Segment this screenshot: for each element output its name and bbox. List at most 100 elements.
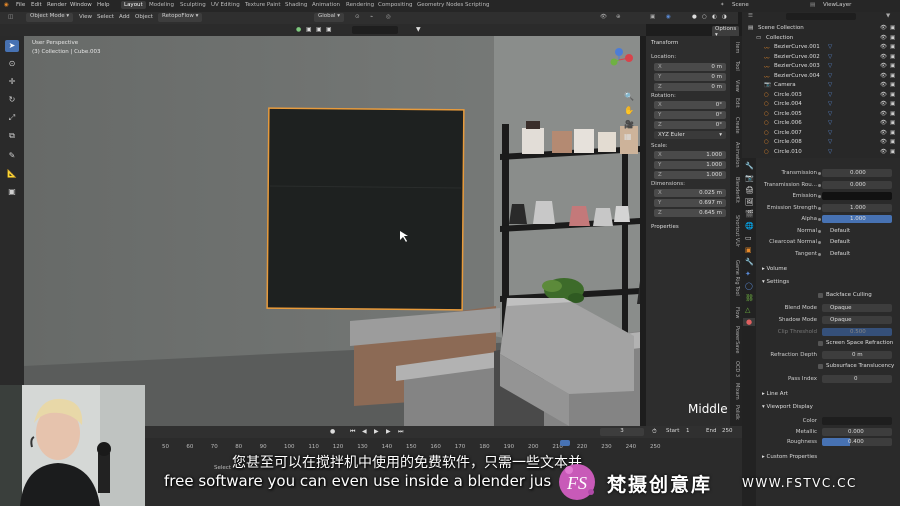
jump-end-icon[interactable]: ⏭ bbox=[398, 428, 403, 436]
menu-view[interactable]: View bbox=[79, 14, 92, 20]
outliner-row[interactable]: ○ Circle.003 ▽ 👁 ▣ bbox=[742, 91, 900, 100]
socket-icon[interactable] bbox=[818, 241, 821, 244]
socket-icon[interactable] bbox=[818, 206, 821, 210]
filter-4-icon[interactable]: ▣ bbox=[326, 26, 332, 33]
location-x-field[interactable]: X 0 m bbox=[654, 63, 726, 71]
rotation-y-field[interactable]: Y 0° bbox=[654, 111, 726, 119]
menu-help[interactable]: Help bbox=[97, 2, 110, 8]
shading-material-icon[interactable]: ◐ bbox=[712, 14, 717, 20]
location-z-field[interactable]: Z 0 m bbox=[654, 83, 726, 91]
funnel-icon[interactable]: ▼ bbox=[416, 26, 421, 33]
constraint-tab-icon[interactable]: ⛓ bbox=[745, 294, 754, 302]
render-visibility-icon[interactable]: ▣ bbox=[890, 149, 895, 155]
snap-icon[interactable]: ⌁ bbox=[370, 14, 373, 20]
filter-2-icon[interactable]: ▣ bbox=[306, 26, 312, 33]
visibility-eye-icon[interactable]: 👁 bbox=[880, 149, 887, 155]
preview-range-icon[interactable]: ⏱ bbox=[652, 428, 657, 436]
modifier-icon[interactable]: ▽ bbox=[828, 73, 832, 79]
render-visibility-icon[interactable]: ▣ bbox=[890, 63, 895, 69]
visibility-eye-icon[interactable]: 👁 bbox=[880, 101, 887, 107]
visibility-eye-icon[interactable]: 👁 bbox=[880, 44, 887, 50]
orientation-select[interactable]: Global ▾ bbox=[314, 13, 345, 22]
n-panel-tab[interactable]: Flow bbox=[734, 307, 740, 318]
camera-view-icon[interactable]: 🎥 bbox=[624, 120, 634, 129]
outliner-row[interactable]: ○ Circle.006 ▽ 👁 ▣ bbox=[742, 119, 900, 128]
zoom-icon[interactable]: 🔍 bbox=[624, 92, 634, 101]
render-visibility-icon[interactable]: ▣ bbox=[890, 111, 895, 117]
transform-tool-icon[interactable]: ⧉ bbox=[5, 130, 19, 142]
3d-viewport[interactable]: User Perspective (3) Collection | Cube.0… bbox=[24, 36, 640, 426]
outliner-row[interactable]: ▭ Collection 👁 ▣ bbox=[742, 34, 900, 43]
start-field[interactable]: 1 bbox=[686, 428, 690, 434]
tab-scripting[interactable]: Scripting bbox=[462, 1, 492, 9]
menu-object[interactable]: Object bbox=[135, 14, 153, 20]
rotate-tool-icon[interactable]: ↻ bbox=[5, 94, 19, 106]
visibility-eye-icon[interactable]: 👁 bbox=[880, 54, 887, 60]
modifier-icon[interactable]: ▽ bbox=[828, 101, 832, 107]
outliner-editor-icon[interactable]: ☰ bbox=[748, 13, 753, 19]
mode-select[interactable]: Object Mode ▾ bbox=[26, 13, 74, 22]
shading-render-icon[interactable]: ◑ bbox=[722, 14, 727, 20]
outliner-row[interactable]: 📷 Camera ▽ 👁 ▣ bbox=[742, 81, 900, 90]
view-layer-name[interactable]: ViewLayer bbox=[823, 2, 851, 8]
modifier-icon[interactable]: ▽ bbox=[828, 82, 832, 88]
particles-tab-icon[interactable]: ✦ bbox=[745, 270, 751, 278]
scene-name[interactable]: Scene bbox=[732, 2, 749, 8]
visibility-eye-icon[interactable]: 👁 bbox=[880, 111, 887, 117]
render-visibility-icon[interactable]: ▣ bbox=[890, 44, 895, 50]
ortho-toggle-icon[interactable]: ▦ bbox=[624, 132, 632, 141]
outliner-search-input[interactable] bbox=[786, 13, 856, 20]
backface-checkbox[interactable] bbox=[818, 293, 823, 298]
select-tool-icon[interactable]: ➤ bbox=[5, 40, 19, 52]
render-visibility-icon[interactable]: ▣ bbox=[890, 54, 895, 60]
property-field[interactable]: 1.000 bbox=[822, 203, 892, 212]
tab-texture-paint[interactable]: Texture Paint bbox=[242, 1, 284, 9]
tab-rendering[interactable]: Rendering bbox=[343, 1, 377, 9]
viewport-display-section[interactable]: ▾ Viewport Display bbox=[762, 404, 813, 410]
visibility-eye-icon[interactable]: 👁 bbox=[880, 92, 887, 98]
filter-icon[interactable]: ● bbox=[296, 26, 301, 33]
n-panel-tab[interactable]: Animation bbox=[734, 142, 740, 168]
rotation-z-field[interactable]: Z 0° bbox=[654, 121, 726, 129]
n-panel-tab[interactable]: Mixam bbox=[734, 383, 740, 400]
n-panel-tab[interactable]: Shortcut VUr bbox=[734, 215, 740, 247]
prev-key-icon[interactable]: ◀ bbox=[362, 428, 367, 435]
visibility-icon[interactable]: 👁 bbox=[600, 14, 607, 20]
tool-tab-icon[interactable]: 🔧 bbox=[745, 162, 754, 170]
measure-tool-icon[interactable]: 📐 bbox=[5, 168, 19, 180]
n-panel-tab[interactable]: Polidk bbox=[734, 405, 740, 420]
tab-uv-editing[interactable]: UV Editing bbox=[208, 1, 243, 9]
render-visibility-icon[interactable]: ▣ bbox=[890, 82, 895, 88]
rotation-x-field[interactable]: X 0° bbox=[654, 101, 726, 109]
scale-tool-icon[interactable]: ⤢ bbox=[5, 112, 19, 124]
annotate-tool-icon[interactable]: ✎ bbox=[5, 150, 19, 162]
record-icon[interactable]: ● bbox=[330, 428, 335, 435]
menu-window[interactable]: Window bbox=[70, 2, 92, 8]
clip-threshold-field[interactable]: 0.500 bbox=[822, 328, 892, 336]
subsurface-checkbox[interactable] bbox=[818, 364, 823, 369]
scale-y-field[interactable]: Y 1.000 bbox=[654, 161, 726, 169]
menu-edit[interactable]: Edit bbox=[31, 2, 42, 8]
tab-compositing[interactable]: Compositing bbox=[375, 1, 415, 9]
render-visibility-icon[interactable]: ▣ bbox=[890, 130, 895, 136]
hand-pan-icon[interactable]: ✋ bbox=[624, 106, 634, 115]
end-field[interactable]: 250 bbox=[722, 428, 733, 434]
property-field[interactable]: 0.000 bbox=[822, 180, 892, 189]
modifier-icon[interactable]: ▽ bbox=[828, 92, 832, 98]
visibility-eye-icon[interactable]: 👁 bbox=[880, 25, 887, 31]
visibility-eye-icon[interactable]: 👁 bbox=[880, 35, 887, 41]
menu-file[interactable]: File bbox=[16, 2, 25, 8]
vd-roughness-field[interactable]: 0.400 bbox=[822, 438, 892, 446]
visibility-eye-icon[interactable]: 👁 bbox=[880, 63, 887, 69]
outliner-row[interactable]: ○ Circle.004 ▽ 👁 ▣ bbox=[742, 100, 900, 109]
retopoflow-button[interactable]: RetopoFlow ▾ bbox=[158, 13, 203, 22]
modifier-icon[interactable]: ▽ bbox=[828, 149, 832, 155]
viewport-search-input[interactable] bbox=[352, 26, 398, 34]
rotation-mode-select[interactable]: XYZ Euler ▾ bbox=[654, 131, 726, 139]
properties-section[interactable]: Properties bbox=[651, 224, 679, 230]
play-icon[interactable]: ▶ bbox=[374, 428, 379, 435]
cursor-tool-icon[interactable]: ⊙ bbox=[5, 58, 19, 70]
menu-render[interactable]: Render bbox=[47, 2, 67, 8]
shading-wire-icon[interactable]: ○ bbox=[702, 14, 707, 20]
gizmo-icon[interactable]: ⊕ bbox=[616, 14, 621, 20]
